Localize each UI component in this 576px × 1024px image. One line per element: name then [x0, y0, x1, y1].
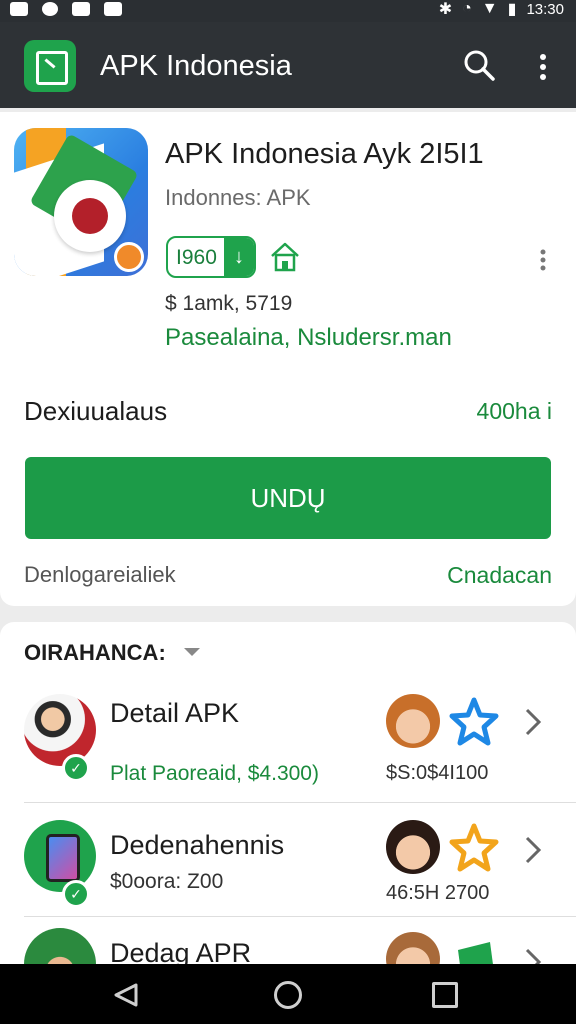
- rating-badge[interactable]: I960 ↓: [166, 236, 256, 278]
- phone-icon: [24, 820, 96, 892]
- home-icon[interactable]: [274, 981, 302, 1009]
- alarm-icon: ◔: [462, 0, 472, 17]
- more-vert-icon[interactable]: [534, 52, 552, 82]
- chevron-right-icon[interactable]: [522, 706, 544, 738]
- divider: [24, 802, 576, 803]
- battery-icon: ▮: [507, 1, 517, 18]
- list-item-subtitle: $0oora: Z00: [110, 870, 224, 893]
- list-item[interactable]: ✓ Detail APK Plat Paoreaid, $4.300) $S:0…: [0, 692, 576, 804]
- recents-icon[interactable]: [432, 982, 458, 1008]
- status-time: 13:30: [526, 0, 564, 18]
- list-item[interactable]: ✓ Dedenahennis $0oora: Z00 46:5H 2700: [0, 812, 576, 924]
- system-nav-bar: [0, 964, 576, 1024]
- star-icon[interactable]: [448, 696, 500, 748]
- avatar: [386, 820, 440, 874]
- check-icon: ✓: [62, 880, 90, 908]
- check-icon: ✓: [62, 754, 90, 782]
- avatar: [386, 694, 440, 748]
- back-icon[interactable]: [112, 982, 140, 1008]
- app-categories[interactable]: Pasealaina, Nsludersr.man: [165, 324, 452, 352]
- list-item-title: Detail APK: [110, 698, 240, 728]
- list-item-value: 46:5H 2700: [386, 882, 490, 904]
- divider: [24, 916, 576, 917]
- app-price: $ 1amk, 5719: [165, 292, 293, 315]
- app-logo-icon: [24, 40, 76, 92]
- more-vert-icon[interactable]: [536, 248, 550, 272]
- list-item-title: Dedenahennis: [110, 830, 285, 860]
- download-button[interactable]: UNDŲ: [25, 457, 551, 539]
- download-arrow-icon: ↓: [224, 238, 254, 276]
- download-label: Dexiuualaus: [24, 396, 168, 426]
- house-icon[interactable]: [268, 240, 302, 274]
- developer-name[interactable]: Indonnes: APK: [165, 185, 311, 211]
- chevron-right-icon[interactable]: [522, 834, 544, 866]
- notification-icons: [10, 0, 122, 18]
- section-title: OIRAHANCA:: [24, 640, 166, 665]
- download-size: 400ha i: [476, 398, 552, 424]
- app-name: APK Indonesia Ayk 2I5I1: [165, 138, 484, 170]
- list-item-value: $S:0$4I100: [386, 762, 489, 784]
- download-footer-text: Denlogareialiek: [24, 562, 176, 587]
- caret-down-icon[interactable]: [184, 648, 200, 656]
- wifi-icon: ▼: [481, 0, 498, 17]
- system-icons: ✱ ◔ ▼ ▮ 13:30: [439, 0, 564, 18]
- avatar: [24, 694, 96, 766]
- status-bar: ✱ ◔ ▼ ▮ 13:30: [0, 0, 576, 22]
- download-footer-link[interactable]: Cnadacan: [447, 562, 552, 589]
- app-bar-title: APK Indonesia: [100, 50, 292, 82]
- app-bar: APK Indonesia: [0, 22, 576, 108]
- search-icon[interactable]: [462, 48, 496, 82]
- star-icon[interactable]: [448, 822, 500, 874]
- list-item-subtitle: Plat Paoreaid, $4.300): [110, 762, 319, 785]
- app-icon: [14, 128, 148, 276]
- bluetooth-icon: ✱: [438, 1, 453, 18]
- rating-badge-text: I960: [176, 246, 217, 269]
